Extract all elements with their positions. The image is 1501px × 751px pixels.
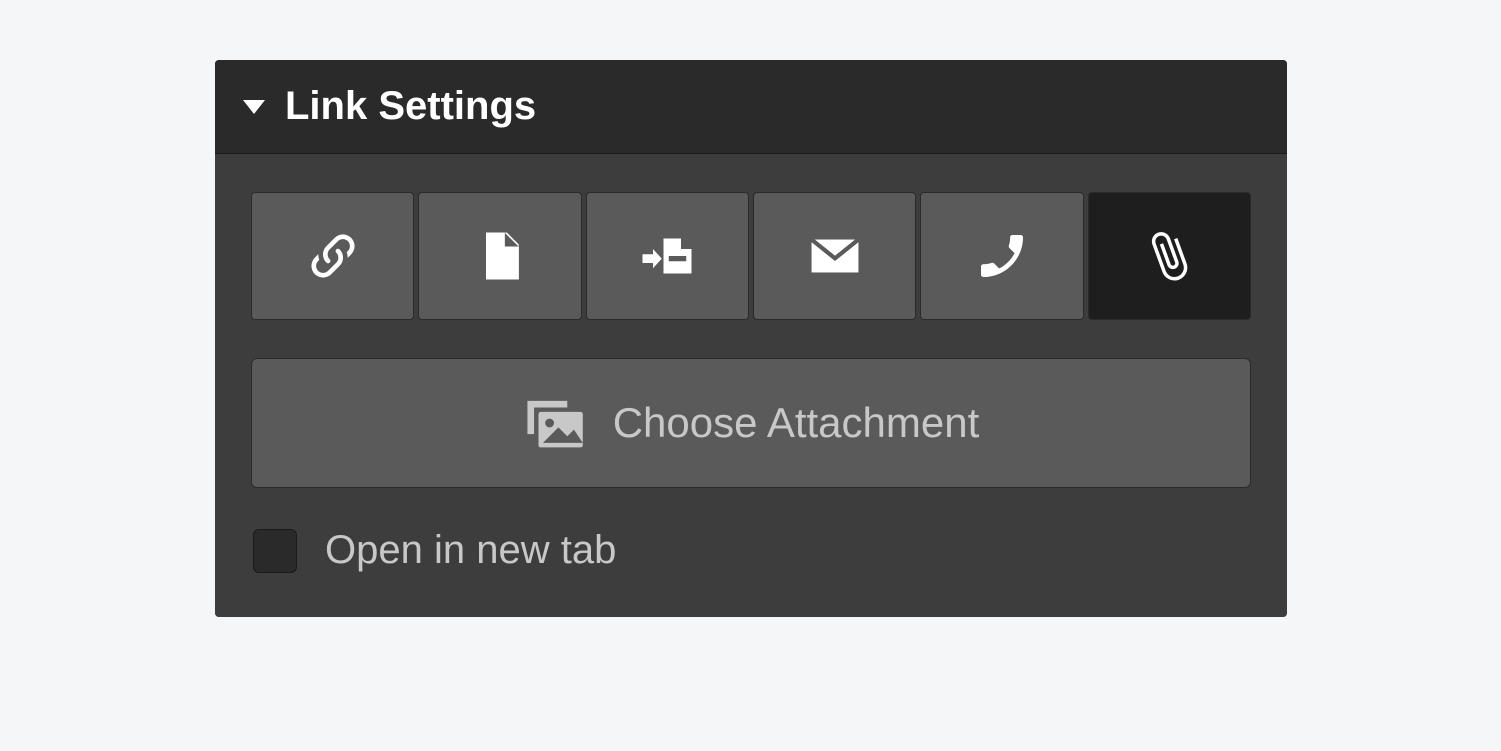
email-icon: [807, 228, 863, 284]
link-type-url-button[interactable]: [251, 192, 414, 320]
choose-attachment-label: Choose Attachment: [613, 399, 980, 447]
import-page-icon: [639, 228, 695, 284]
phone-icon: [974, 228, 1030, 284]
link-icon: [305, 228, 361, 284]
choose-attachment-button[interactable]: Choose Attachment: [251, 358, 1251, 488]
link-type-attachment-button[interactable]: [1088, 192, 1251, 320]
media-icon: [523, 395, 585, 451]
link-type-import-page-button[interactable]: [586, 192, 749, 320]
open-in-new-tab-label: Open in new tab: [325, 528, 616, 573]
attachment-icon: [1141, 228, 1197, 284]
panel-header[interactable]: Link Settings: [215, 60, 1287, 154]
panel-body: Choose Attachment Open in new tab: [215, 154, 1287, 617]
link-settings-panel: Link Settings: [215, 60, 1287, 617]
link-type-email-button[interactable]: [753, 192, 916, 320]
link-type-selector: [251, 192, 1251, 320]
link-type-phone-button[interactable]: [920, 192, 1083, 320]
page-icon: [472, 228, 528, 284]
open-in-new-tab-checkbox[interactable]: [253, 529, 297, 573]
panel-title: Link Settings: [285, 84, 536, 129]
disclosure-triangle-icon: [243, 100, 265, 114]
link-type-page-button[interactable]: [418, 192, 581, 320]
open-in-new-tab-row: Open in new tab: [251, 528, 1251, 573]
